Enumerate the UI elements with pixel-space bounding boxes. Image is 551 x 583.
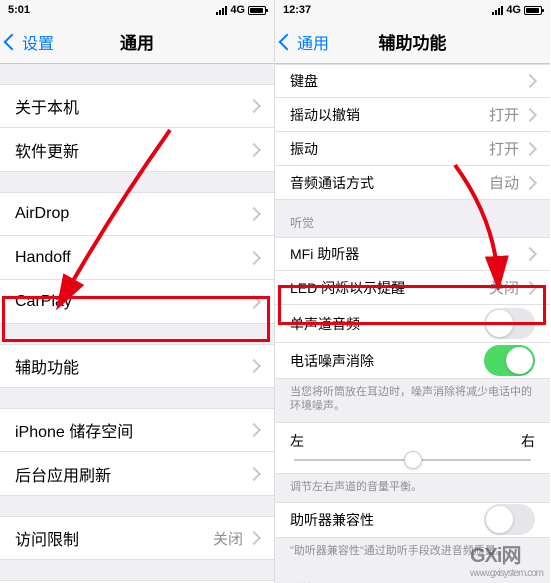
signal-icon — [216, 6, 227, 15]
status-bar: 5:01 4G — [0, 0, 274, 20]
row-storage[interactable]: iPhone 储存空间 — [0, 408, 274, 452]
status-bar: 12:37 4G — [275, 0, 550, 20]
status-time: 12:37 — [283, 4, 311, 16]
row-mono-audio[interactable]: 单声道音频 — [275, 305, 550, 343]
row-vibration[interactable]: 振动打开 — [275, 132, 550, 166]
row-keyboard[interactable]: 键盘 — [275, 64, 550, 98]
row-carplay[interactable]: CarPlay — [0, 280, 274, 324]
row-background-refresh[interactable]: 后台应用刷新 — [0, 452, 274, 496]
noise-cancel-footer: 当您将听筒放在耳边时，噪声消除将减少电话中的环境噪声。 — [275, 379, 550, 422]
row-hearing-compat[interactable]: 助听器兼容性 — [275, 502, 550, 538]
row-about[interactable]: 关于本机 — [0, 84, 274, 128]
signal-icon — [492, 6, 503, 15]
mono-audio-toggle[interactable] — [484, 308, 535, 339]
noise-cancel-toggle[interactable] — [484, 345, 535, 376]
row-restrictions[interactable]: 访问限制关闭 — [0, 516, 274, 560]
balance-left-label: 左 — [290, 431, 304, 451]
hearing-header: 听觉 — [275, 200, 550, 237]
network-label: 4G — [230, 4, 245, 16]
row-mfi[interactable]: MFi 助听器 — [275, 237, 550, 271]
row-shake-undo[interactable]: 摇动以撤销打开 — [275, 98, 550, 132]
row-accessibility[interactable]: 辅助功能 — [0, 344, 274, 388]
row-call-audio[interactable]: 音频通话方式自动 — [275, 166, 550, 200]
row-led-flash[interactable]: LED 闪烁以示提醒关闭 — [275, 271, 550, 305]
status-time: 5:01 — [8, 4, 30, 16]
balance-footer: 调节左右声道的音量平衡。 — [275, 474, 550, 502]
back-button[interactable]: 通用 — [275, 30, 329, 54]
network-label: 4G — [506, 4, 521, 16]
balance-right-label: 右 — [521, 431, 535, 451]
back-button[interactable]: 设置 — [0, 30, 54, 54]
nav-bar: 设置 通用 — [0, 20, 274, 64]
row-noise-cancel[interactable]: 电话噪声消除 — [275, 343, 550, 379]
battery-icon — [248, 6, 266, 15]
balance-slider-row: 左 右 — [275, 422, 550, 474]
balance-slider[interactable] — [294, 459, 531, 461]
battery-icon — [524, 6, 542, 15]
row-airdrop[interactable]: AirDrop — [0, 192, 274, 236]
row-handoff[interactable]: Handoff — [0, 236, 274, 280]
settings-general-screen: 5:01 4G 设置 通用 关于本机 软件更新 AirDrop Handoff … — [0, 0, 275, 583]
hearing-compat-toggle[interactable] — [484, 504, 535, 535]
nav-bar: 通用 辅助功能 — [275, 20, 550, 64]
row-software-update[interactable]: 软件更新 — [0, 128, 274, 172]
watermark: GXi网 www.gxisystem.com — [470, 539, 543, 579]
accessibility-screen: 12:37 4G 通用 辅助功能 键盘 摇动以撤销打开 振动打开 音频通话方式自… — [275, 0, 550, 583]
